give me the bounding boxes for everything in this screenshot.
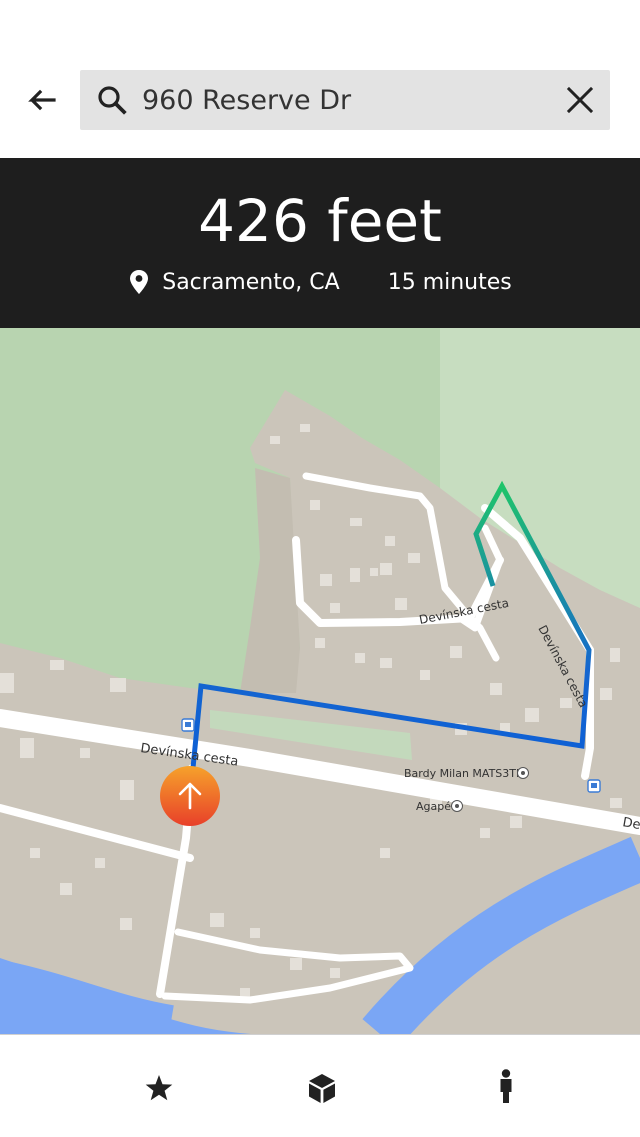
location-pin-icon [130, 270, 149, 294]
bus-stop-icon [181, 718, 195, 732]
route-distance: 426 feet [198, 187, 442, 255]
route-duration: 15 minutes [387, 269, 512, 295]
bus-stop-icon [587, 779, 601, 793]
search-box [80, 70, 610, 130]
3d-view-button[interactable] [294, 1059, 350, 1115]
arrow-left-icon [28, 89, 56, 111]
walking-mode-button[interactable] [478, 1059, 534, 1115]
favorites-button[interactable] [131, 1059, 187, 1115]
arrow-up-icon [160, 766, 220, 826]
back-button[interactable] [18, 80, 62, 124]
star-icon [145, 1075, 173, 1101]
navigation-button[interactable] [160, 766, 220, 826]
search-icon [98, 86, 127, 115]
route-info-panel: 426 feet Sacramento, CA 15 minutes [0, 158, 640, 328]
route-location: Sacramento, CA [162, 269, 340, 295]
top-bar [0, 0, 640, 158]
street-label: De [621, 815, 640, 833]
route-details: Sacramento, CA 15 minutes [0, 264, 640, 300]
place-label: Bardy Milan MATS3TH [404, 767, 524, 780]
bottom-toolbar [0, 1034, 640, 1137]
place-label: Agapé [416, 800, 451, 813]
place-marker-icon [451, 800, 463, 812]
map-canvas[interactable]: Devínska cesta Devínska cesta Devínska c… [0, 328, 640, 1034]
place-marker-icon [517, 767, 529, 779]
close-icon [566, 86, 594, 114]
search-input[interactable] [142, 80, 542, 120]
clear-search-button[interactable] [564, 84, 596, 116]
cube-icon [309, 1074, 335, 1103]
person-icon [500, 1069, 512, 1103]
map-view[interactable]: Devínska cesta Devínska cesta Devínska c… [0, 328, 640, 1034]
